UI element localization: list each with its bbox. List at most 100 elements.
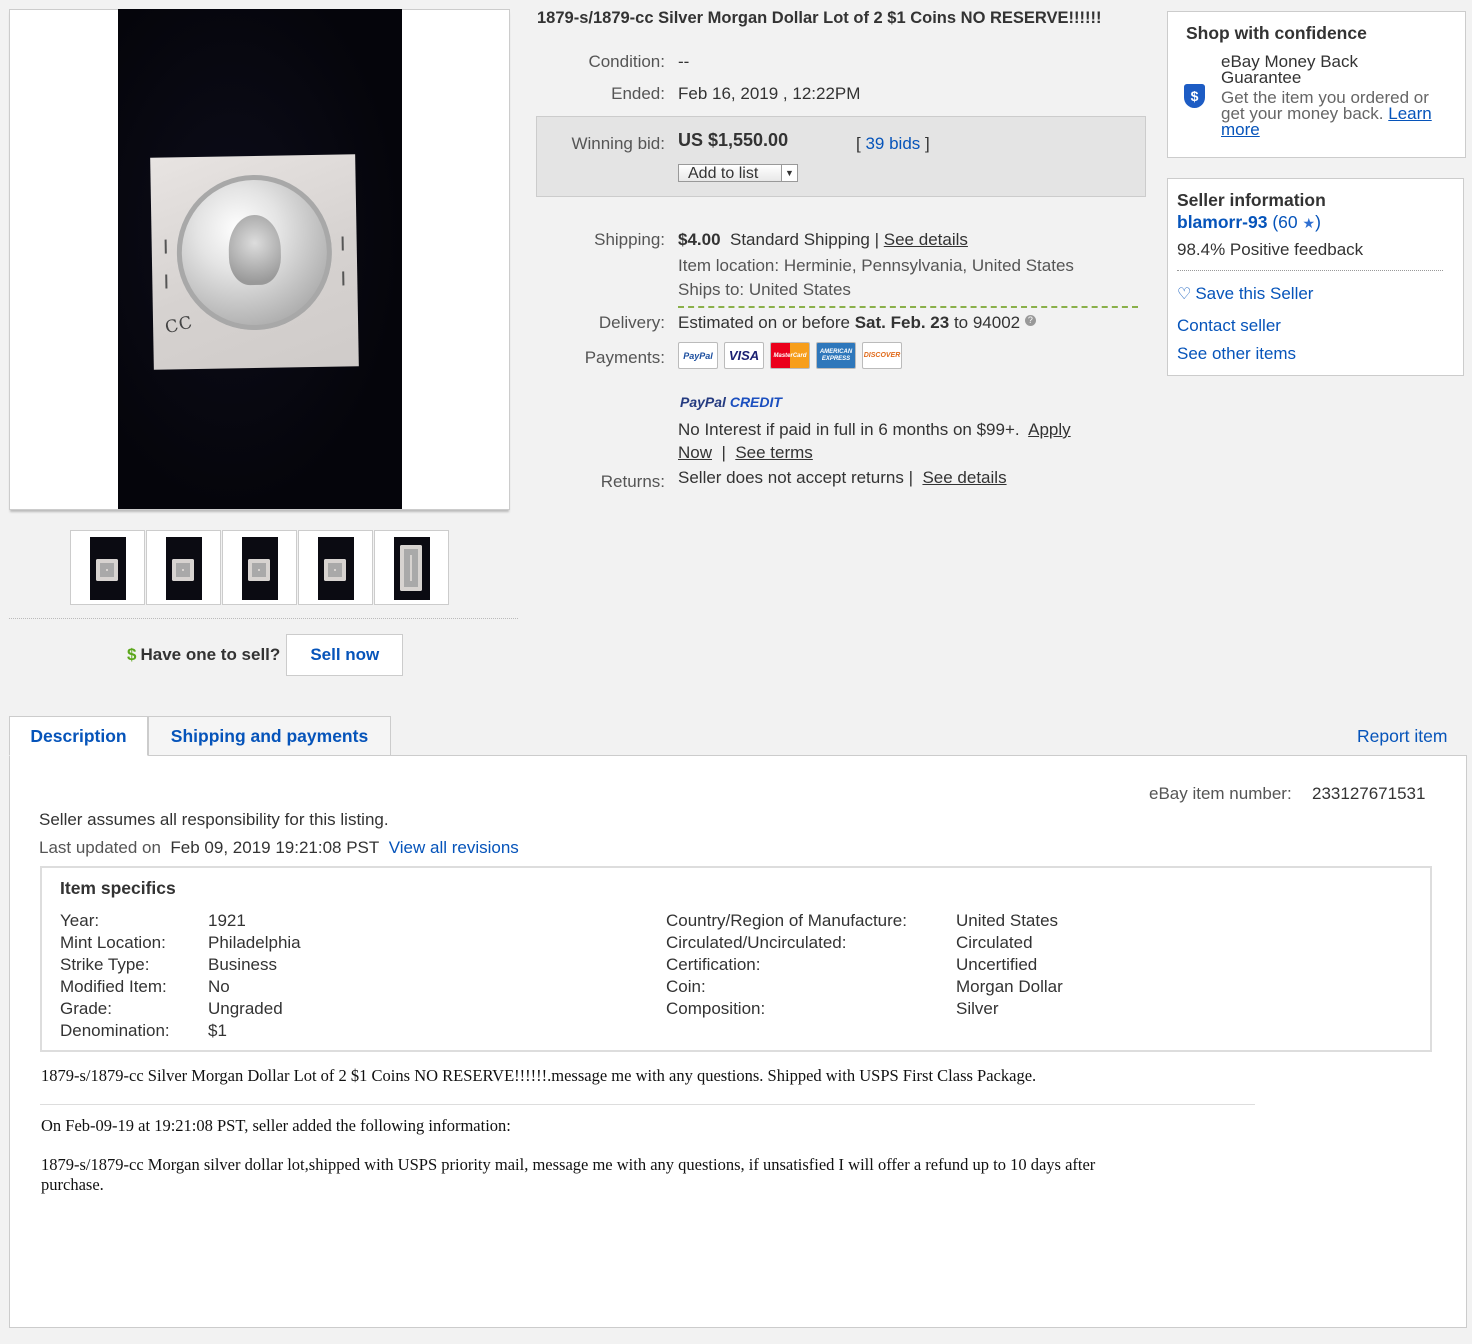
spec-value: Uncertified (956, 955, 1038, 974)
returns-label: Returns: (600, 472, 665, 491)
ended-value: Feb 16, 2019 , 12:22PM (678, 84, 861, 103)
spec-key: Denomination: (60, 1021, 170, 1040)
shipping-details-link[interactable]: See details (884, 230, 968, 249)
shield-icon: $ (1184, 84, 1205, 108)
coin-holder: CC (150, 154, 359, 370)
chevron-down-icon[interactable]: ▼ (781, 165, 797, 181)
description-body: 1879-s/1879-cc Silver Morgan Dollar Lot … (41, 1066, 1037, 1085)
spec-key: Mint Location: (60, 933, 166, 952)
returns-value: Seller does not accept returns | See det… (678, 468, 1007, 488)
contact-seller-link[interactable]: Contact seller (1177, 316, 1281, 336)
spec-key: Strike Type: (60, 955, 150, 974)
thumbnail-2[interactable] (146, 530, 221, 605)
eagle-motif (228, 214, 282, 286)
holder-handwriting: CC (163, 312, 195, 339)
seller-divider (1177, 270, 1443, 271)
amex-icon: AMERICAN EXPRESS (816, 342, 856, 369)
thumbnail-3[interactable] (222, 530, 297, 605)
seller-info-title: Seller information (1177, 190, 1326, 210)
main-item-image[interactable]: CC (9, 9, 510, 510)
shipping-label: Shipping: (594, 230, 665, 249)
seller-name-link[interactable]: blamorr-93 (1177, 212, 1267, 232)
spec-key: Year: (60, 911, 100, 930)
last-updated-value: Feb 09, 2019 19:21:08 PST (170, 838, 380, 857)
delivery-prefix: Estimated on or before (678, 313, 850, 332)
paypal-credit-logo: PayPal CREDIT (680, 394, 782, 410)
sell-now-button[interactable]: Sell now (286, 634, 404, 676)
spec-key: Country/Region of Manufacture: (666, 911, 907, 930)
thumbnail-4[interactable] (298, 530, 373, 605)
item-specifics-title: Item specifics (60, 878, 176, 898)
guarantee-heading: eBay Money Back Guarantee (1221, 53, 1358, 87)
paypal-icon: PayPal (678, 342, 718, 369)
guarantee-text: Get the item you ordered or get your mon… (1221, 89, 1461, 139)
spec-key: Grade: (60, 999, 112, 1018)
returns-details-link[interactable]: See details (922, 468, 1006, 487)
spec-key: Coin: (666, 977, 706, 996)
sell-prompt: $ Have one to sell? Sell now (127, 634, 404, 676)
shipping-method: Standard Shipping | (730, 230, 880, 249)
added-info-body: 1879-s/1879-cc Morgan silver dollar lot,… (41, 1155, 1096, 1174)
spec-value: United States (956, 911, 1059, 930)
item-number-value: 233127671531 (1312, 784, 1426, 803)
item-title: 1879-s/1879-cc Silver Morgan Dollar Lot … (537, 9, 1102, 27)
spec-value: $1 (208, 1021, 227, 1040)
apply-now-link-cont[interactable]: Now (678, 443, 712, 462)
sell-question: Have one to sell? (140, 645, 281, 664)
positive-feedback: 98.4% Positive feedback (1177, 240, 1364, 259)
condition-label: Condition: (588, 52, 665, 71)
mastercard-icon: MasterCard (770, 342, 810, 369)
thumbnail-strip (70, 530, 449, 605)
credit-word: CREDIT (729, 394, 782, 410)
spec-value: Morgan Dollar (956, 977, 1063, 996)
payment-methods: PayPal VISA MasterCard AMERICAN EXPRESS … (678, 342, 902, 369)
holder-slot (342, 271, 345, 286)
add-to-list-button[interactable]: Add to list ▼ (678, 164, 798, 182)
spec-value: Silver (956, 999, 999, 1018)
seller-name-row: blamorr-93 (60 ★) (1177, 212, 1321, 233)
added-info-header: On Feb-09-19 at 19:21:08 PST, seller add… (41, 1116, 511, 1135)
view-revisions-link[interactable]: View all revisions (389, 838, 519, 857)
ships-to: Ships to: United States (678, 280, 851, 299)
delivery-divider (678, 306, 1138, 308)
coin-photo: CC (118, 9, 402, 509)
bracket: ] (925, 134, 930, 153)
spec-key: Circulated/Uncirculated: (666, 933, 847, 952)
ended-label: Ended: (611, 84, 665, 103)
bid-count: [ 39 bids ] (856, 134, 930, 154)
delivery-zip: to 94002 (953, 313, 1021, 332)
see-other-items-link[interactable]: See other items (1177, 344, 1296, 364)
confidence-title: Shop with confidence (1186, 23, 1367, 43)
item-location: Item location: Herminie, Pennsylvania, U… (678, 256, 1074, 275)
see-terms-link[interactable]: See terms (735, 443, 812, 462)
guarantee-line-2: Guarantee (1221, 68, 1302, 87)
tab-description[interactable]: Description (9, 716, 148, 756)
thumbnail-5[interactable] (374, 530, 449, 605)
holder-slot (341, 236, 344, 251)
bids-link[interactable]: 39 bids (865, 134, 920, 153)
description-divider (40, 1104, 1255, 1105)
winning-bid-value: US $1,550.00 (678, 130, 789, 150)
feedback-score-link[interactable]: 60 (1278, 212, 1297, 232)
responsibility-note: Seller assumes all responsibility for th… (39, 810, 389, 829)
spec-value: Ungraded (208, 999, 283, 1018)
learn-more-link-cont[interactable]: more (1221, 120, 1260, 139)
dollar-icon: $ (127, 645, 137, 664)
shipping-value: $4.00 Standard Shipping | See details (678, 230, 968, 250)
help-icon[interactable]: ? (1024, 315, 1036, 326)
shipping-price: $4.00 (678, 230, 721, 249)
condition-value: -- (678, 52, 690, 71)
save-seller-link[interactable]: ♡ Save this Seller (1177, 284, 1313, 304)
paypal-credit-offer: No Interest if paid in full in 6 months … (678, 420, 1071, 462)
report-item-link[interactable]: Report item (1357, 726, 1447, 747)
spec-key: Composition: (666, 999, 766, 1018)
divider (9, 618, 518, 619)
spec-key: Modified Item: (60, 977, 167, 996)
thumbnail-1[interactable] (70, 530, 145, 605)
credit-offer-text: No Interest if paid in full in 6 months … (678, 420, 1020, 439)
apply-now-link[interactable]: Apply (1028, 420, 1071, 439)
last-updated-label: Last updated on (39, 838, 161, 857)
add-to-list-label: Add to list (688, 165, 759, 182)
learn-more-link[interactable]: Learn (1388, 104, 1431, 123)
tab-shipping-payments[interactable]: Shipping and payments (148, 716, 391, 756)
